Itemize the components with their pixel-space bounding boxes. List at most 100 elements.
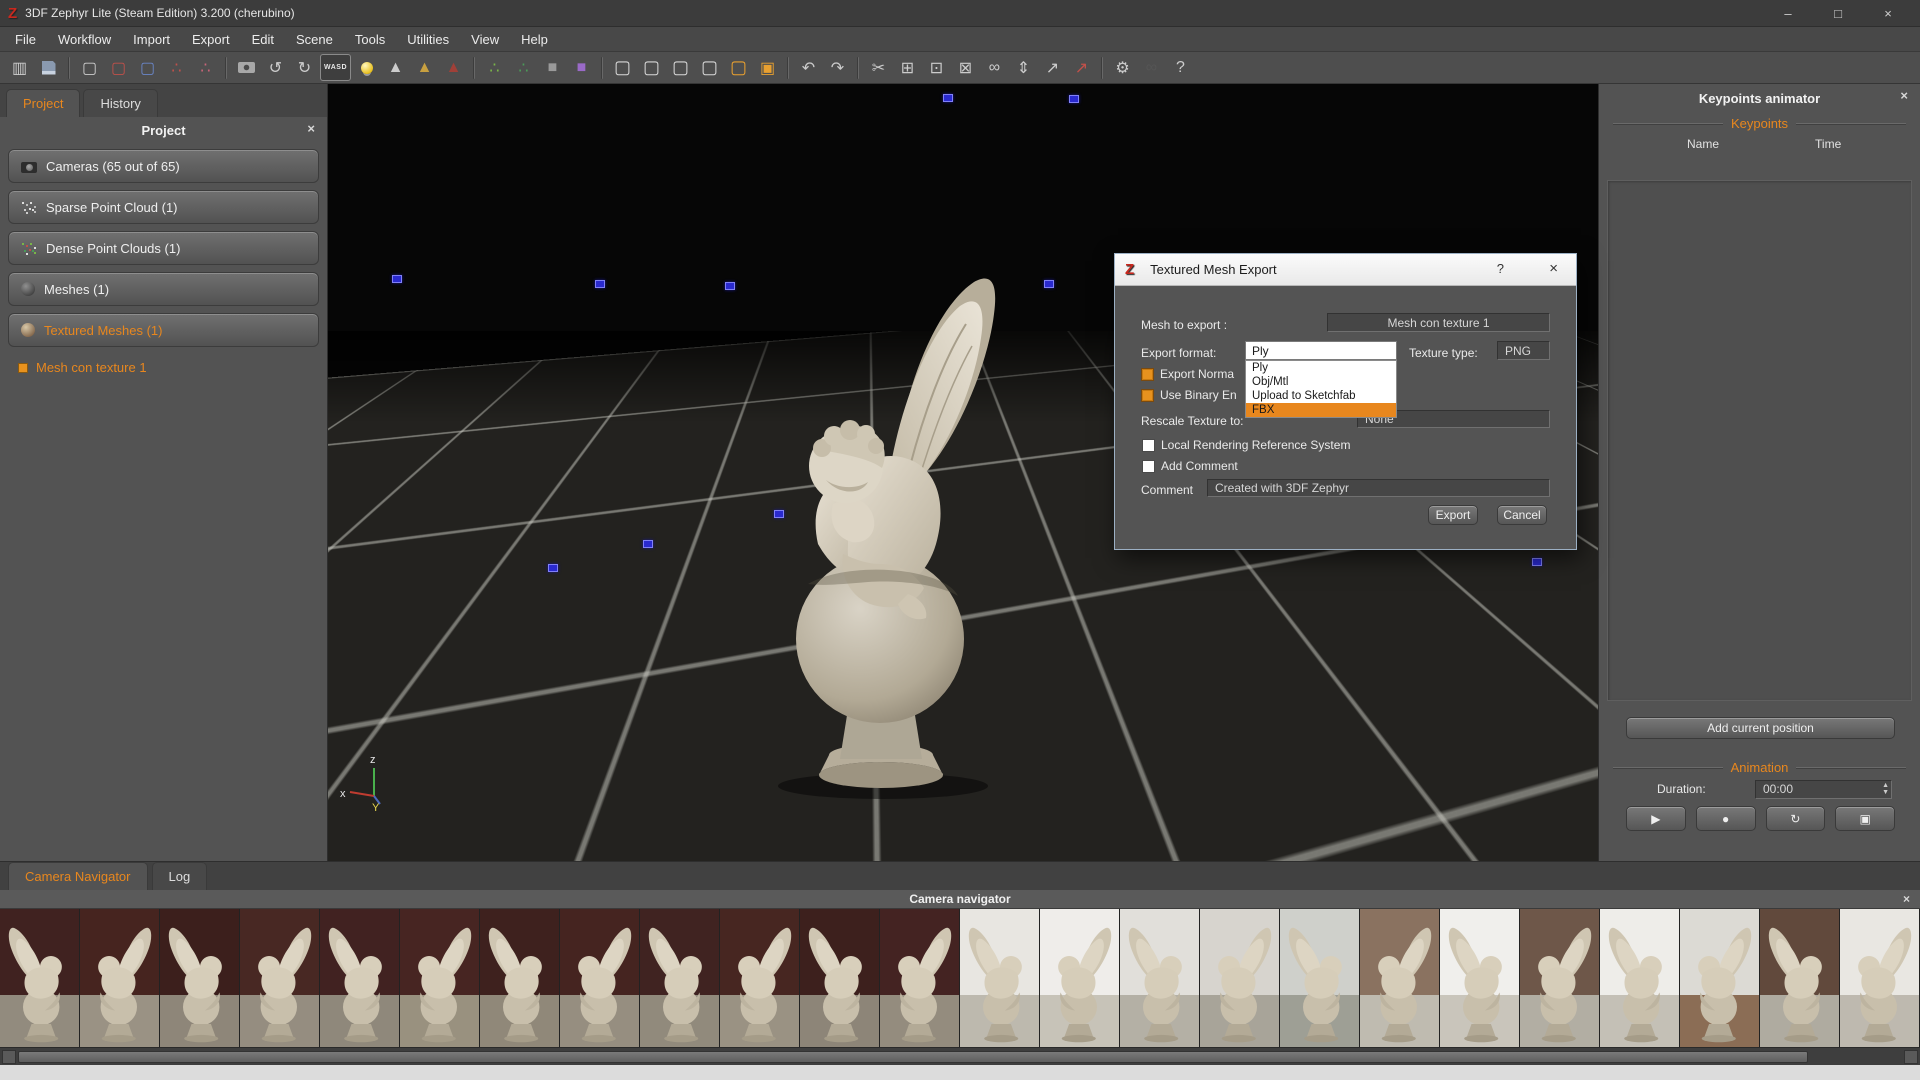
camera-marker[interactable] bbox=[725, 282, 735, 290]
camera-thumbnail[interactable] bbox=[880, 909, 960, 1047]
rotate-ccw-icon[interactable]: ↺ bbox=[262, 54, 289, 81]
camera-marker[interactable] bbox=[1532, 558, 1542, 566]
menu-item[interactable]: Workflow bbox=[47, 27, 122, 52]
save-project-icon[interactable] bbox=[35, 54, 62, 81]
select-rect-icon[interactable]: ▢ bbox=[609, 54, 636, 81]
camera-thumbnail[interactable] bbox=[1040, 909, 1120, 1047]
camera-thumbnail[interactable] bbox=[960, 909, 1040, 1047]
project-panel-close-icon[interactable]: × bbox=[307, 121, 315, 136]
menu-item[interactable]: View bbox=[460, 27, 510, 52]
panel-tab[interactable]: History bbox=[83, 89, 158, 117]
menu-item[interactable]: Scene bbox=[285, 27, 344, 52]
project-item[interactable]: Cameras (65 out of 65) bbox=[8, 149, 319, 183]
select-color-icon[interactable]: ▢ bbox=[725, 54, 752, 81]
camera-thumbnail[interactable] bbox=[1360, 909, 1440, 1047]
wasd-mode-icon[interactable]: WASD bbox=[320, 54, 351, 81]
panel-tab[interactable]: Project bbox=[6, 89, 81, 117]
camera-navigator-close-icon[interactable]: × bbox=[1903, 892, 1910, 906]
delete-selection-icon[interactable]: ⊠ bbox=[952, 54, 979, 81]
dropdown-option[interactable]: Ply bbox=[1246, 361, 1396, 375]
project-item[interactable]: Dense Point Clouds (1) bbox=[8, 231, 319, 265]
camera-marker[interactable] bbox=[774, 510, 784, 518]
menu-item[interactable]: Edit bbox=[241, 27, 285, 52]
camera-thumbnail[interactable] bbox=[1520, 909, 1600, 1047]
thumbnail-scrollbar[interactable] bbox=[0, 1047, 1920, 1065]
camera-thumbnail[interactable] bbox=[1440, 909, 1520, 1047]
camera-thumbnail[interactable] bbox=[1680, 909, 1760, 1047]
keypoints-panel-close-icon[interactable]: × bbox=[1900, 88, 1908, 103]
camera-thumbnail[interactable] bbox=[560, 909, 640, 1047]
maximize-button[interactable]: □ bbox=[1828, 6, 1848, 21]
confirm-selection-icon[interactable]: ▣ bbox=[754, 54, 781, 81]
bottom-tab[interactable]: Log bbox=[151, 862, 208, 890]
menu-item[interactable]: Import bbox=[122, 27, 181, 52]
camera-marker[interactable] bbox=[595, 280, 605, 288]
project-item[interactable]: Textured Meshes (1) bbox=[8, 313, 319, 347]
workspace-box-icon[interactable]: ▢ bbox=[76, 54, 103, 81]
workspace-box-blue-icon[interactable]: ▢ bbox=[134, 54, 161, 81]
scrollbar-handle[interactable] bbox=[18, 1050, 1808, 1063]
select-inverse-icon[interactable]: ▢ bbox=[696, 54, 723, 81]
minimize-button[interactable]: – bbox=[1778, 6, 1798, 21]
points-color-icon[interactable]: ∴ bbox=[481, 54, 508, 81]
points-color2-icon[interactable]: ∴ bbox=[510, 54, 537, 81]
export-format-combobox[interactable]: Ply bbox=[1245, 341, 1397, 360]
record-button[interactable]: ● bbox=[1695, 806, 1756, 831]
dense-cloud-red-icon[interactable]: ∴ bbox=[163, 54, 190, 81]
export-button[interactable]: Export bbox=[1428, 505, 1478, 525]
dense-cloud-pink-icon[interactable]: ∴ bbox=[192, 54, 219, 81]
texture-type-combobox[interactable]: PNG bbox=[1497, 341, 1550, 360]
tree-leaf-mesh-con-texture[interactable]: Mesh con texture 1 bbox=[18, 360, 327, 375]
project-item[interactable]: Sparse Point Cloud (1) bbox=[8, 190, 319, 224]
duration-input[interactable]: 00:00 ▲ ▼ bbox=[1755, 779, 1892, 799]
mesh-gray-icon[interactable]: ▲ bbox=[382, 54, 409, 81]
camera-view-icon[interactable] bbox=[233, 54, 260, 81]
camera-thumbnail[interactable] bbox=[1120, 909, 1200, 1047]
add-comment-checkbox[interactable] bbox=[1142, 459, 1155, 473]
menu-item[interactable]: Utilities bbox=[396, 27, 460, 52]
menu-item[interactable]: Tools bbox=[344, 27, 396, 52]
camera-thumbnail[interactable] bbox=[80, 909, 160, 1047]
dialog-help-button[interactable]: ? bbox=[1497, 261, 1504, 276]
settings-gear-icon[interactable]: ⚙ bbox=[1109, 54, 1136, 81]
dropdown-option[interactable]: Upload to Sketchfab bbox=[1246, 389, 1396, 403]
measure-icon[interactable]: ⇕ bbox=[1010, 54, 1037, 81]
menu-item[interactable]: File bbox=[4, 27, 47, 52]
camera-thumbnail[interactable] bbox=[1840, 909, 1920, 1047]
viewer-icon[interactable]: ∞ bbox=[1138, 54, 1165, 81]
upload-model-icon[interactable]: ↗ bbox=[1068, 54, 1095, 81]
camera-thumbnail[interactable] bbox=[720, 909, 800, 1047]
dialog-title-bar[interactable]: Z Textured Mesh Export ? × bbox=[1115, 254, 1576, 286]
workspace-box-red-icon[interactable]: ▢ bbox=[105, 54, 132, 81]
duration-spinner[interactable]: ▲ ▼ bbox=[1882, 782, 1889, 796]
open-project-icon[interactable]: ▥ bbox=[6, 54, 33, 81]
camera-marker[interactable] bbox=[1069, 95, 1079, 103]
dropdown-option[interactable]: FBX bbox=[1246, 403, 1396, 417]
camera-thumbnail[interactable] bbox=[0, 909, 80, 1047]
export-model-icon[interactable]: ↗ bbox=[1039, 54, 1066, 81]
rotate-cw-icon[interactable]: ↻ bbox=[291, 54, 318, 81]
help-icon[interactable]: ? bbox=[1167, 54, 1194, 81]
comment-input[interactable]: Created with 3DF Zephyr bbox=[1207, 479, 1550, 497]
cut-selection-icon[interactable]: ✂ bbox=[865, 54, 892, 81]
camera-thumbnail[interactable] bbox=[480, 909, 560, 1047]
bottom-tab[interactable]: Camera Navigator bbox=[8, 862, 148, 890]
keypoints-list[interactable] bbox=[1607, 180, 1912, 701]
add-current-position-button[interactable]: Add current position bbox=[1626, 717, 1895, 739]
camera-marker[interactable] bbox=[643, 540, 653, 548]
export-normals-checkbox[interactable] bbox=[1141, 367, 1154, 381]
camera-thumbnail[interactable] bbox=[640, 909, 720, 1047]
mesh-colored-icon[interactable]: ▲ bbox=[411, 54, 438, 81]
menu-item[interactable]: Export bbox=[181, 27, 241, 52]
camera-marker[interactable] bbox=[392, 275, 402, 283]
cube-gray-icon[interactable]: ■ bbox=[539, 54, 566, 81]
project-item[interactable]: Meshes (1) bbox=[8, 272, 319, 306]
undo-icon[interactable]: ↶ bbox=[795, 54, 822, 81]
camera-thumbnail[interactable] bbox=[1200, 909, 1280, 1047]
use-binary-checkbox[interactable] bbox=[1141, 388, 1154, 402]
camera-thumbnail[interactable] bbox=[1280, 909, 1360, 1047]
select-poly-icon[interactable]: ▢ bbox=[638, 54, 665, 81]
camera-thumbnail[interactable] bbox=[320, 909, 400, 1047]
camera-thumbnail[interactable] bbox=[800, 909, 880, 1047]
camera-thumbnail[interactable] bbox=[1760, 909, 1840, 1047]
